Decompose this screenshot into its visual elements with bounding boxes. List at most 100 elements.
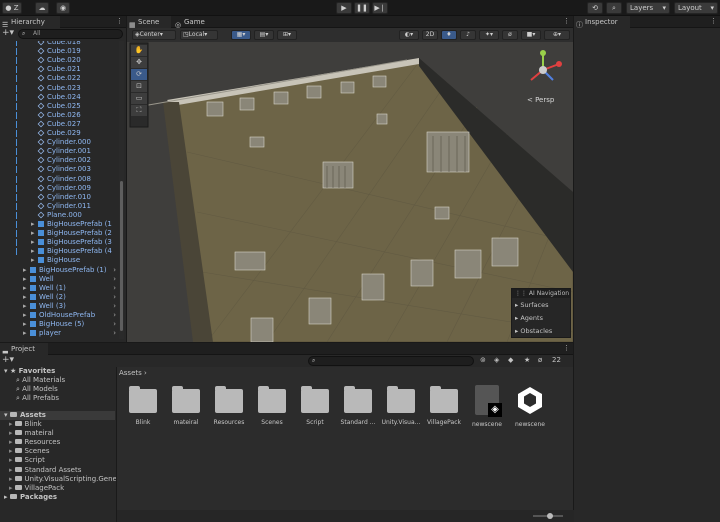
history-button[interactable]: ⟲ <box>587 2 603 14</box>
hierarchy-item[interactable]: Cube.018 <box>0 41 118 47</box>
chevron-right-icon[interactable]: ▸ <box>23 284 27 293</box>
hidden-objects-toggle[interactable]: ø <box>502 30 518 40</box>
chevron-right-icon[interactable]: ▸ <box>9 447 13 455</box>
more-icon[interactable]: ⋮ <box>563 17 570 25</box>
asset-folder-item[interactable]: ▸ Blink <box>0 420 115 429</box>
chevron-right-icon[interactable]: ▸ <box>23 311 27 320</box>
more-icon[interactable]: ⋮ <box>563 344 570 352</box>
favorite-all-models[interactable]: ⌕ All Models <box>0 385 58 394</box>
chevron-right-icon[interactable]: ▸ <box>9 420 13 428</box>
hierarchy-item[interactable]: Cube.029 <box>0 129 118 138</box>
hierarchy-item[interactable]: Cube.019 <box>0 47 118 56</box>
tab-project[interactable]: ▬ Project <box>0 343 48 356</box>
hierarchy-item[interactable]: Cube.024 <box>0 93 118 102</box>
chevron-right-icon[interactable]: ▸ <box>23 302 27 311</box>
packages-header[interactable]: ▸ Packages <box>0 493 115 502</box>
hierarchy-item[interactable]: Cylinder.008 <box>0 175 118 184</box>
tab-hierarchy[interactable]: ☰ Hierarchy <box>0 16 60 29</box>
chevron-right-icon[interactable]: ▸ <box>9 466 13 474</box>
tab-game[interactable]: ◎ Game <box>173 16 213 29</box>
tab-inspector[interactable]: ⓘ Inspector <box>574 16 630 29</box>
hierarchy-item[interactable]: ▸ Well (3) › <box>0 302 118 311</box>
chevron-right-icon[interactable]: ▸ <box>31 256 35 265</box>
asset-item[interactable]: newscene <box>510 387 550 428</box>
asset-item[interactable]: Script <box>295 386 335 426</box>
hierarchy-item[interactable]: Cylinder.003 <box>0 165 118 174</box>
hierarchy-item[interactable]: ▸ player › <box>0 329 118 338</box>
hierarchy-item[interactable]: ▸ BigHousePrefab (4 <box>0 247 118 256</box>
scene-viewport[interactable]: ✋ ✥ ⟳ ⊡ ▭ ⛶ < Persp ⋮⋮ AI Navigation ▸ S… <box>127 42 573 342</box>
favorite-all-prefabs[interactable]: ⌕ All Prefabs <box>0 394 59 403</box>
asset-item[interactable]: mateiral <box>166 386 206 426</box>
chevron-right-icon[interactable]: › <box>113 284 116 293</box>
label-icon[interactable]: ◆ <box>508 356 513 364</box>
ai-nav-obstacles[interactable]: ▸ Obstacles <box>512 325 570 338</box>
add-button[interactable]: +▾ <box>2 29 14 39</box>
2d-toggle[interactable]: 2D <box>422 30 438 40</box>
snap-settings-button[interactable]: ▤▾ <box>254 30 274 40</box>
tab-scene[interactable]: ▦ Scene <box>127 16 171 29</box>
hierarchy-item[interactable]: Cube.022 <box>0 74 118 83</box>
hierarchy-item[interactable]: Cylinder.000 <box>0 138 118 147</box>
orientation-gizmo[interactable] <box>523 50 563 90</box>
chevron-right-icon[interactable]: › <box>113 302 116 311</box>
hierarchy-item[interactable]: Cube.027 <box>0 120 118 129</box>
effects-toggle[interactable]: ✦▾ <box>479 30 499 40</box>
rotate-tool-button[interactable]: ⟳ <box>131 69 147 80</box>
chevron-right-icon[interactable]: ▸ <box>31 229 35 238</box>
hierarchy-item[interactable]: ▸ BigHousePrefab (2 <box>0 229 118 238</box>
hierarchy-item[interactable]: ▸ Well › <box>0 275 118 284</box>
asset-folder-item[interactable]: ▸ Scenes <box>0 447 115 456</box>
search-by-type-icon[interactable]: ⊚ <box>480 356 486 364</box>
asset-item[interactable]: ◈ newscene <box>467 385 507 428</box>
chevron-right-icon[interactable]: ▸ <box>23 266 27 275</box>
hierarchy-item[interactable]: Cube.026 <box>0 111 118 120</box>
asset-folder-item[interactable]: ▸ Script <box>0 456 115 465</box>
scale-tool-button[interactable]: ⊡ <box>131 81 147 92</box>
play-button[interactable]: ▶ <box>336 2 352 14</box>
chevron-right-icon[interactable]: › <box>113 275 116 284</box>
asset-folder-item[interactable]: ▸ VillagePack <box>0 484 115 493</box>
asset-item[interactable]: Unity.Visua... <box>381 386 421 426</box>
hand-tool-button[interactable]: ✋ <box>131 45 147 56</box>
asset-item[interactable]: Scenes <box>252 386 292 426</box>
chevron-right-icon[interactable]: › <box>113 329 116 338</box>
chevron-right-icon[interactable]: ▸ <box>9 429 13 437</box>
chevron-right-icon[interactable]: › <box>113 266 116 275</box>
layers-dropdown[interactable]: Layers ▾ <box>626 2 670 14</box>
asset-item[interactable]: Standard ... <box>338 386 378 426</box>
hierarchy-item[interactable]: ▸ BigHousePrefab (1 <box>0 220 118 229</box>
hierarchy-item[interactable]: Cube.020 <box>0 56 118 65</box>
hierarchy-item[interactable]: Cube.023 <box>0 84 118 93</box>
collab-button[interactable]: ◉ <box>56 2 70 14</box>
asset-item[interactable]: Blink <box>123 386 163 426</box>
hierarchy-item[interactable]: Cylinder.001 <box>0 147 118 156</box>
chevron-right-icon[interactable]: ▸ <box>9 456 13 464</box>
projection-label[interactable]: < Persp <box>527 96 554 104</box>
zoom-slider[interactable] <box>533 513 563 519</box>
asset-folder-item[interactable]: ▸ Standard Assets <box>0 466 115 475</box>
hierarchy-item[interactable]: Cylinder.002 <box>0 156 118 165</box>
asset-item[interactable]: VillagePack <box>424 386 464 426</box>
hierarchy-item[interactable]: Cube.025 <box>0 102 118 111</box>
chevron-right-icon[interactable]: ▸ <box>9 475 13 483</box>
more-icon[interactable]: ⋮ <box>710 17 717 25</box>
rect-tool-button[interactable]: ▭ <box>131 93 147 104</box>
chevron-right-icon[interactable]: ▸ <box>23 329 27 338</box>
hierarchy-item[interactable]: ▸ Well (1) › <box>0 284 118 293</box>
chevron-right-icon[interactable]: ▸ <box>31 238 35 247</box>
chevron-right-icon[interactable]: ▸ <box>23 320 27 329</box>
asset-folder-item[interactable]: ▸ Resources <box>0 438 115 447</box>
hierarchy-item[interactable]: ▸ BigHouse (5) › <box>0 320 118 329</box>
scrollbar-thumb[interactable] <box>120 181 123 331</box>
pause-button[interactable]: ❚❚ <box>354 2 370 14</box>
chevron-right-icon[interactable]: ▸ <box>31 247 35 256</box>
hierarchy-search[interactable]: ⌕ All <box>18 29 123 39</box>
pivot-dropdown[interactable]: ◈Center▾ <box>132 30 176 40</box>
hierarchy-item[interactable]: Plane.000 <box>0 211 118 220</box>
favorites-header[interactable]: ▾ ★ Favorites <box>0 367 115 376</box>
more-icon[interactable]: ⋮ <box>116 17 123 25</box>
hierarchy-item[interactable]: ▸ OldHousePrefab › <box>0 311 118 320</box>
hierarchy-item[interactable]: ▸ Well (2) › <box>0 293 118 302</box>
eye-slash-icon[interactable]: ø <box>538 356 542 364</box>
